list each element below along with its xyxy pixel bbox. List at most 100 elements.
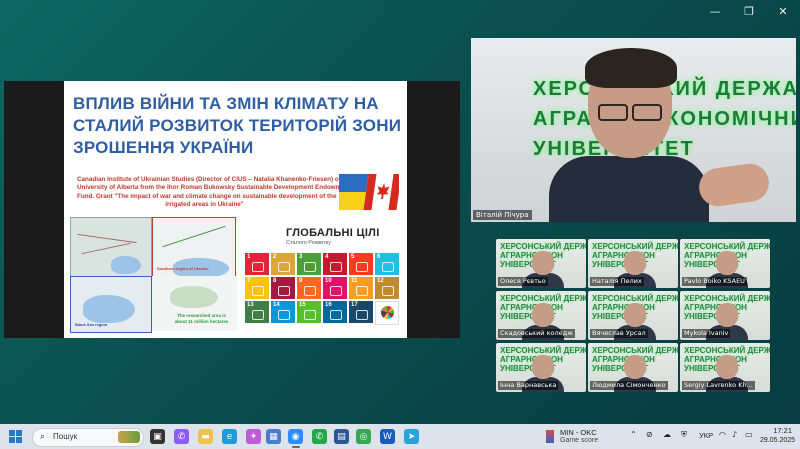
telegram-icon[interactable]: ➤	[404, 429, 419, 444]
presentation-slide: ВПЛИВ ВІЙНИ ТА ЗМІН КЛІМАТУ НА СТАЛИЙ РО…	[64, 81, 407, 338]
participant-name: Вячеслав Урсал	[590, 329, 648, 338]
sdg-goal-tile: 15	[297, 301, 321, 323]
clock-date: 29.05.2025	[760, 437, 796, 444]
researched-area-note: The researched area is about 11 million …	[164, 313, 239, 325]
viber-icon[interactable]: ✆	[174, 429, 189, 444]
grant-line: University of Alberta from the Ihor Roma…	[77, 184, 351, 192]
participant-tile[interactable]: ХЕРСОНСЬКИЙ ДЕРЖ АГРАРНО-ЕКОН УНІВЕРСИТЕТ С…	[496, 291, 586, 340]
search-icon: ⌕	[40, 432, 46, 442]
participant-name: Наталія Пелих	[590, 277, 644, 286]
sdg-goal-tile: 3	[297, 253, 321, 275]
zoom-icon[interactable]: ◉	[288, 429, 303, 444]
close-icon[interactable]: ✕	[766, 0, 800, 22]
system-clock[interactable]: 17:21 29.05.2025	[760, 426, 796, 445]
participant-tile[interactable]: ХЕРСОНСЬКИЙ ДЕРЖ АГРАРНО-ЕКОН УНІВЕРСИТЕТ Н…	[588, 239, 678, 288]
sdg-goal-tile: 17	[349, 301, 373, 323]
speaker-hand	[696, 161, 772, 209]
taskbar-search[interactable]: ⌕ Пошук	[32, 428, 144, 447]
app-window: — ❐ ✕ ВПЛИВ ВІЙНИ ТА ЗМІН КЛІМАТУ НА СТА…	[0, 0, 800, 424]
black-sea-map: Black Sea region	[70, 276, 152, 333]
ukraine-overview-map	[70, 217, 152, 277]
taskbar: ⌕ Пошук ▣ ✆ ▬ e ✦ ▦ ◉ ✆ ▤ ◎ W ➤ MIN - OK…	[0, 424, 800, 449]
southern-region-label: Southern region of Ukraine	[157, 266, 209, 271]
sdg-goal-tile: 11	[349, 277, 373, 299]
widget-subtitle: Game score	[560, 437, 599, 444]
network-status-icon[interactable]: ⊘	[646, 430, 653, 439]
word-file-icon[interactable]: ▤	[334, 429, 349, 444]
clock-time: 17:21	[773, 426, 792, 435]
participant-tile[interactable]: ХЕРСОНСЬКИЙ ДЕРЖ АГРАРНО-ЕКОН УНІВЕРСИТЕТ В…	[588, 291, 678, 340]
sdg-goal-tile: 12	[375, 277, 399, 299]
grant-line: Canadian Institute of Ukrainian Studies …	[77, 176, 353, 183]
battery-icon[interactable]: ▭	[745, 430, 753, 439]
sdg-goals-grid: 1 2 3 4 5 6 7 8 9 10 11 12 13 14 15 16 17	[245, 253, 401, 325]
grant-line: Fund. Grant "The impact of war and clima…	[77, 192, 337, 200]
sdg-goal-tile: 1	[245, 253, 269, 275]
sdg-subtitle: Сталого Розвитку	[286, 240, 331, 246]
canada-flag-icon	[363, 174, 399, 210]
participant-head	[716, 355, 738, 379]
participant-tile[interactable]: ХЕРСОНСЬКИЙ ДЕРЖ АГРАРНО-ЕКОН УНІВЕРСИТЕТ Л…	[588, 343, 678, 392]
chevron-up-icon[interactable]: ⌃	[630, 430, 637, 439]
black-sea-label: Black Sea region	[75, 322, 108, 327]
copilot-icon[interactable]: ✦	[246, 429, 261, 444]
sdg-goal-tile: 10	[323, 277, 347, 299]
edge-icon[interactable]: e	[222, 429, 237, 444]
grant-description: Canadian Institute of Ukrainian Studies …	[77, 176, 353, 209]
minimize-icon[interactable]: —	[698, 0, 732, 22]
widget-title: MIN - OKC	[560, 428, 597, 437]
task-view-icon[interactable]: ▣	[150, 429, 165, 444]
participant-name: Скадовський коледж	[498, 329, 576, 338]
whatsapp-icon[interactable]: ✆	[312, 429, 327, 444]
sdg-logo-icon	[375, 301, 399, 325]
sdg-goal-tile: 8	[271, 277, 295, 299]
area-note-line: about 11 million hectares	[174, 319, 229, 324]
participant-head	[624, 355, 646, 379]
language-indicator[interactable]: УКР	[699, 431, 713, 440]
search-highlight-icon	[118, 431, 140, 443]
grant-line: irrigated areas in Ukraine"	[165, 200, 244, 208]
participant-tile[interactable]: ХЕРСОНСЬКИЙ ДЕРЖ АГРАРНО-ЕКОН УНІВЕРСИТЕТ О…	[496, 239, 586, 288]
participant-tile[interactable]: ХЕРСОНСЬКИЙ ДЕРЖ АГРАРНО-ЕКОН УНІВЕРСИТЕТ І…	[496, 343, 586, 392]
volume-icon[interactable]: ♪	[732, 430, 737, 439]
windows-start-icon[interactable]	[9, 430, 22, 443]
participant-head	[532, 251, 554, 275]
slide-title-line: ВПЛИВ ВІЙНИ ТА ЗМІН КЛІМАТУ НА	[73, 94, 379, 113]
participants-grid: ХЕРСОНСЬКИЙ ДЕРЖ АГРАРНО-ЕКОН УНІВЕРСИТЕТ О…	[496, 239, 771, 393]
sdg-goal-tile: 4	[323, 253, 347, 275]
slide-title-line: ЗРОШЕННЯ УКРАЇНИ	[73, 138, 254, 157]
shared-screen[interactable]: ВПЛИВ ВІЙНИ ТА ЗМІН КЛІМАТУ НА СТАЛИЙ РО…	[4, 81, 460, 338]
restore-icon[interactable]: ❐	[732, 0, 766, 22]
participant-name: Mykola Ivaniv	[682, 329, 731, 338]
word-icon[interactable]: W	[380, 429, 395, 444]
file-explorer-icon[interactable]: ▬	[198, 429, 213, 444]
sdg-goal-tile: 9	[297, 277, 321, 299]
chrome-icon[interactable]: ◎	[356, 429, 371, 444]
participant-head	[624, 251, 646, 275]
sdg-title: ГЛОБАЛЬНІ ЦІЛІ	[286, 227, 380, 239]
team-logo-icon	[546, 430, 554, 443]
participant-head	[532, 355, 554, 379]
participant-name: Pavlo Boiko KSAEU	[682, 277, 747, 286]
store-icon[interactable]: ▦	[266, 429, 281, 444]
ukraine-canada-flags	[339, 174, 399, 210]
participant-head	[716, 303, 738, 327]
participant-tile[interactable]: ХЕРСОНСЬКИЙ ДЕРЖ АГРАРНО-ЕКОН УНІВЕРСИТЕТ P…	[680, 239, 770, 288]
participant-head	[532, 303, 554, 327]
search-placeholder: Пошук	[53, 432, 78, 441]
glasses-icon	[598, 104, 662, 121]
slide-title-line: СТАЛИЙ РОЗВИТОК ТЕРИТОРІЙ ЗОНИ	[73, 116, 402, 135]
southern-region-map: Southern region of Ukraine	[152, 217, 236, 277]
speaker-video[interactable]: ХЕРСОНСЬКИЙ ДЕРЖАВНИЙ АГРАРНО-ЕКОНОМІЧНИ…	[471, 38, 796, 222]
sdg-goal-tile: 7	[245, 277, 269, 299]
participant-head	[624, 303, 646, 327]
speaker-hair	[585, 48, 677, 88]
participant-tile[interactable]: ХЕРСОНСЬКИЙ ДЕРЖ АГРАРНО-ЕКОН УНІВЕРСИТЕТ M…	[680, 291, 770, 340]
participant-tile[interactable]: ХЕРСОНСЬКИЙ ДЕРЖ АГРАРНО-ЕКОН УНІВЕРСИТЕТ S…	[680, 343, 770, 392]
wifi-icon[interactable]: ◠	[719, 430, 726, 439]
shield-icon[interactable]: ⛨	[681, 430, 687, 440]
cloud-icon[interactable]: ☁	[663, 430, 671, 439]
participant-name: Олеся Рєвтьо	[498, 277, 548, 286]
speaker-body	[549, 156, 709, 222]
speaker-name: Віталій Пічура	[473, 210, 532, 220]
